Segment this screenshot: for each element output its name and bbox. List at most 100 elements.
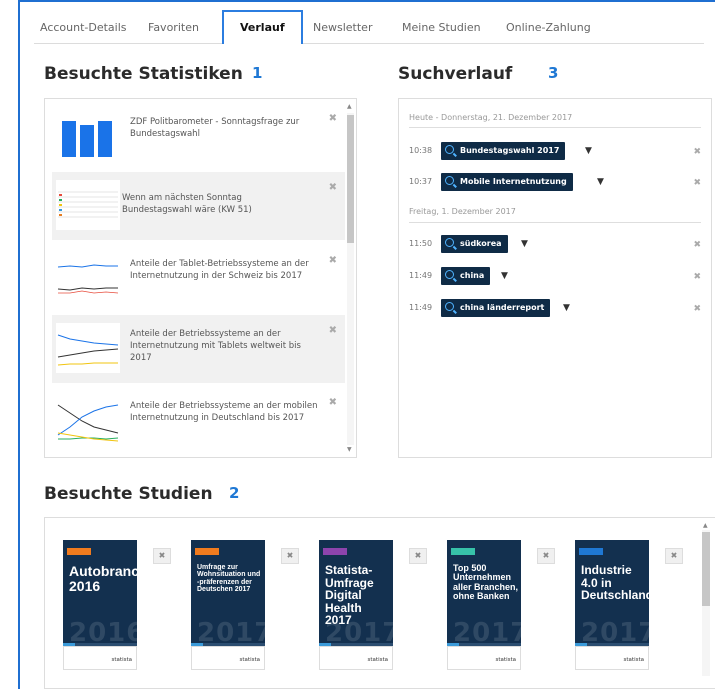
study-card[interactable]: Industrie 4.0 in Deutschland 2017 statis… xyxy=(575,540,656,670)
tab-account-details[interactable]: Account-Details xyxy=(40,12,127,44)
study-footer: statista xyxy=(191,646,265,670)
search-icon xyxy=(445,176,454,185)
history-date: Heute - Donnerstag, 21. Dezember 2017 xyxy=(409,113,573,122)
statistics-number: 1 xyxy=(252,64,263,82)
history-number: 3 xyxy=(548,64,559,82)
statistic-item[interactable]: Anteile der Betriebssysteme an der Inter… xyxy=(52,315,345,383)
studies-number: 2 xyxy=(229,484,240,502)
remove-icon[interactable]: ✖ xyxy=(693,272,701,282)
statistics-scrollbar[interactable]: ▲ ▼ xyxy=(345,103,354,453)
study-card[interactable]: Autobranche 2016 2016 statista xyxy=(63,540,156,670)
history-time: 10:37 xyxy=(409,177,433,186)
statistic-item[interactable]: ZDF Politbarometer - Sonntagsfrage zur B… xyxy=(52,103,345,171)
history-entry: 11:50 südkorea ▼ ✖ xyxy=(409,235,705,253)
statista-logo: statista xyxy=(111,657,132,663)
statistic-thumbnail xyxy=(56,253,120,303)
history-date: Freitag, 1. Dezember 2017 xyxy=(409,207,516,216)
remove-icon[interactable]: ✖ xyxy=(329,325,337,336)
search-query: china xyxy=(460,271,485,280)
statista-logo: statista xyxy=(367,657,388,663)
statistic-thumbnail xyxy=(56,395,120,445)
filter-icon[interactable]: ▼ xyxy=(597,177,604,187)
divider xyxy=(409,127,701,128)
study-footer: statista xyxy=(447,646,521,670)
tab-verlauf[interactable]: Verlauf xyxy=(222,10,303,44)
statistic-item[interactable]: Anteile der Tablet-Betriebssysteme an de… xyxy=(52,245,345,313)
studies-scrollbar[interactable]: ▲ xyxy=(702,522,711,686)
statistic-title: Anteile der Betriebssysteme an der Inter… xyxy=(130,329,301,363)
search-query: Bundestagswahl 2017 xyxy=(460,146,560,155)
statistic-thumbnail xyxy=(56,180,120,230)
study-title: Autobranche 2016 xyxy=(69,563,156,594)
remove-icon[interactable]: ✖ xyxy=(693,240,701,250)
statistic-title: ZDF Politbarometer - Sonntagsfrage zur B… xyxy=(130,117,300,139)
tab-favoriten[interactable]: Favoriten xyxy=(148,12,199,44)
history-time: 11:49 xyxy=(409,303,433,312)
study-tag xyxy=(579,548,603,555)
remove-icon[interactable]: ✖ xyxy=(409,548,427,564)
scroll-down-icon[interactable]: ▼ xyxy=(347,446,352,453)
remove-icon[interactable]: ✖ xyxy=(693,147,701,157)
frame-top-border xyxy=(18,0,715,2)
scrollbar-thumb[interactable] xyxy=(347,115,354,243)
study-title: Top 500 Unternehmen aller Branchen, ohne… xyxy=(453,563,519,602)
remove-icon[interactable]: ✖ xyxy=(153,548,171,564)
remove-icon[interactable]: ✖ xyxy=(537,548,555,564)
statista-logo: statista xyxy=(623,657,644,663)
study-card[interactable]: Statista-Umfrage Digital Health 2017 201… xyxy=(319,540,400,670)
search-query-chip[interactable]: Mobile Internetnutzung xyxy=(441,173,573,191)
statistic-title: Wenn am nächsten Sonntag Bundestagswahl … xyxy=(122,193,252,215)
statista-logo: statista xyxy=(239,657,260,663)
study-tag xyxy=(67,548,91,555)
tab-meine-studien[interactable]: Meine Studien xyxy=(402,12,481,44)
search-query-chip[interactable]: china xyxy=(441,267,491,285)
filter-icon[interactable]: ▼ xyxy=(563,303,570,313)
scroll-up-icon[interactable]: ▲ xyxy=(347,103,352,110)
search-icon xyxy=(445,145,454,154)
remove-icon[interactable]: ✖ xyxy=(329,182,337,193)
filter-icon[interactable]: ▼ xyxy=(501,271,508,281)
history-time: 10:38 xyxy=(409,146,433,155)
remove-icon[interactable]: ✖ xyxy=(329,255,337,266)
tab-newsletter[interactable]: Newsletter xyxy=(313,12,372,44)
statistics-heading: Besuchte Statistiken xyxy=(44,64,243,84)
study-card[interactable]: Umfrage zur Wohnsituation und -präferenz… xyxy=(191,540,272,670)
statistic-item[interactable]: Wenn am nächsten Sonntag Bundestagswahl … xyxy=(52,172,345,240)
filter-icon[interactable]: ▼ xyxy=(521,239,528,249)
remove-icon[interactable]: ✖ xyxy=(693,178,701,188)
remove-icon[interactable]: ✖ xyxy=(281,548,299,564)
study-card[interactable]: Top 500 Unternehmen aller Branchen, ohne… xyxy=(447,540,528,670)
search-history-panel: Heute - Donnerstag, 21. Dezember 2017 10… xyxy=(398,98,712,458)
history-entry: 10:38 Bundestagswahl 2017 ▼ ✖ xyxy=(409,142,705,160)
account-tabs: Account-Details Favoriten Verlauf Newsle… xyxy=(34,8,704,44)
search-query: china länderreport xyxy=(460,303,545,312)
search-query-chip[interactable]: china länderreport xyxy=(441,299,551,317)
remove-icon[interactable]: ✖ xyxy=(693,304,701,314)
study-footer: statista xyxy=(63,646,137,670)
scroll-up-icon[interactable]: ▲ xyxy=(703,522,708,529)
statistics-list: ZDF Politbarometer - Sonntagsfrage zur B… xyxy=(44,98,357,458)
filter-icon[interactable]: ▼ xyxy=(585,146,592,156)
statistic-thumbnail xyxy=(56,323,120,373)
statista-logo: statista xyxy=(495,657,516,663)
tab-online-zahlung[interactable]: Online-Zahlung xyxy=(506,12,591,44)
frame-left-border xyxy=(18,0,20,689)
search-query-chip[interactable]: südkorea xyxy=(441,235,508,253)
search-icon xyxy=(445,270,454,279)
scrollbar-thumb[interactable] xyxy=(702,532,710,606)
remove-icon[interactable]: ✖ xyxy=(329,113,337,124)
search-query: südkorea xyxy=(460,239,502,248)
search-query: Mobile Internetnutzung xyxy=(460,177,567,186)
history-time: 11:49 xyxy=(409,271,433,280)
search-query-chip[interactable]: Bundestagswahl 2017 xyxy=(441,142,566,160)
study-tag xyxy=(451,548,475,555)
statistic-item[interactable]: Anteile der Betriebssysteme an der mobil… xyxy=(52,387,345,455)
history-entry: 11:49 china ▼ ✖ xyxy=(409,267,705,285)
studies-list: Autobranche 2016 2016 statista ✖ Umfrage… xyxy=(44,517,715,689)
statistic-thumbnail xyxy=(56,111,120,161)
study-title: Umfrage zur Wohnsituation und -präferenz… xyxy=(197,564,261,594)
history-heading: Suchverlauf xyxy=(398,64,513,84)
remove-icon[interactable]: ✖ xyxy=(665,548,683,564)
remove-icon[interactable]: ✖ xyxy=(329,397,337,408)
history-entry: 11:49 china länderreport ▼ ✖ xyxy=(409,299,705,317)
